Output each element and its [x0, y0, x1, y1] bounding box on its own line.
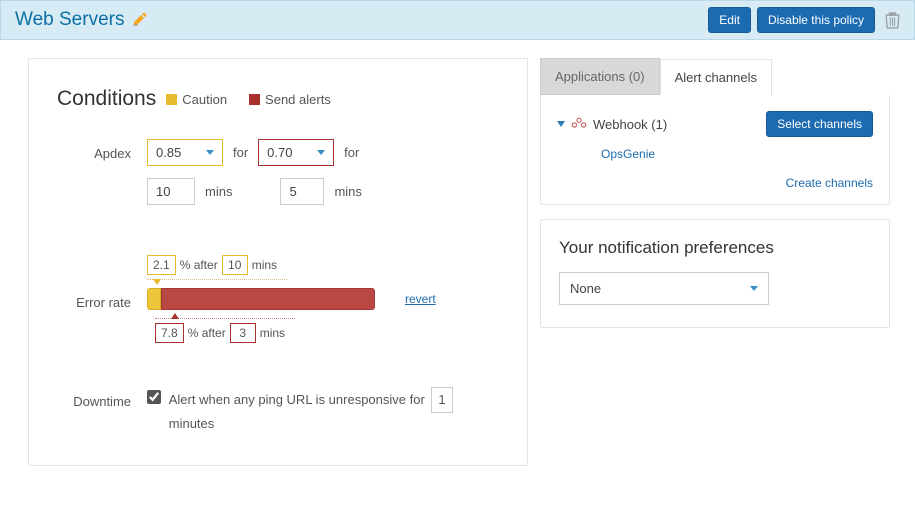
tab-alert-channels[interactable]: Alert channels [660, 59, 772, 96]
select-channels-button[interactable]: Select channels [766, 111, 873, 137]
preferences-panel: Your notification preferences None [540, 219, 890, 328]
downtime-text-before: Alert when any ping URL is unresponsive … [169, 392, 425, 407]
downtime-text-after: minutes [169, 416, 215, 431]
downtime-row: Downtime Alert when any ping URL is unre… [57, 387, 499, 435]
error-caution-pct-input[interactable]: 2.1 [147, 255, 176, 275]
alert-legend: Send alerts [265, 92, 331, 107]
error-rate-row: Error rate 2.1 % after 10 mins revert 7.… [57, 251, 499, 353]
apdex-alert-select[interactable]: 0.70 [258, 139, 334, 166]
preferences-value: None [570, 281, 601, 296]
webhook-label: Webhook (1) [593, 117, 667, 132]
downtime-label: Downtime [57, 387, 147, 409]
revert-link[interactable]: revert [405, 292, 436, 306]
error-rate-slider[interactable]: revert [147, 286, 499, 312]
mins-label-3: mins [252, 258, 277, 272]
alert-swatch-icon [249, 94, 260, 105]
error-alert-pct-input[interactable]: 7.8 [155, 323, 184, 343]
mins-label-2: mins [334, 184, 361, 199]
downtime-minutes-input[interactable]: 1 [431, 387, 452, 413]
webhook-icon [571, 117, 587, 132]
caution-swatch-icon [166, 94, 177, 105]
mins-label-1: mins [205, 184, 232, 199]
downtime-checkbox[interactable] [147, 390, 161, 404]
channel-opsgenie[interactable]: OpsGenie [601, 147, 873, 161]
error-caution-mins-input[interactable]: 10 [222, 255, 248, 275]
chevron-down-icon [206, 150, 214, 155]
error-rate-label: Error rate [57, 251, 147, 310]
chevron-down-icon [750, 286, 758, 291]
disclosure-triangle-icon[interactable] [557, 121, 565, 127]
apdex-alert-value: 0.70 [267, 145, 292, 160]
apdex-row: Apdex 0.85 for 0.70 for 10 mins [57, 139, 499, 217]
caution-legend: Caution [182, 92, 227, 107]
preferences-select[interactable]: None [559, 272, 769, 305]
chevron-down-icon [317, 150, 325, 155]
page-title: Web Servers [15, 9, 124, 31]
tab-applications[interactable]: Applications (0) [540, 58, 660, 95]
apdex-label: Apdex [57, 139, 147, 161]
pct-after-2: % after [188, 326, 226, 340]
preferences-title: Your notification preferences [559, 238, 871, 258]
disable-policy-button[interactable]: Disable this policy [757, 7, 875, 33]
apdex-alert-mins-input[interactable]: 5 [280, 178, 324, 205]
edit-button[interactable]: Edit [708, 7, 751, 33]
error-alert-mins-input[interactable]: 3 [230, 323, 256, 343]
pct-after-1: % after [180, 258, 218, 272]
downtime-text: Alert when any ping URL is unresponsive … [169, 387, 499, 435]
error-rate-alert-bar [161, 288, 375, 310]
apdex-caution-value: 0.85 [156, 145, 181, 160]
channels-card: Applications (0) Alert channels Webhook … [540, 58, 890, 205]
page-header: Web Servers Edit Disable this policy [0, 0, 915, 40]
trash-icon[interactable] [885, 12, 900, 29]
apdex-caution-select[interactable]: 0.85 [147, 139, 223, 166]
for-label-2: for [344, 145, 359, 160]
conditions-title: Conditions [57, 87, 156, 111]
error-rate-caution-bar [147, 288, 161, 310]
apdex-caution-mins-input[interactable]: 10 [147, 178, 195, 205]
pencil-icon[interactable] [132, 11, 148, 30]
for-label-1: for [233, 145, 248, 160]
create-channels-link[interactable]: Create channels [786, 176, 873, 190]
mins-label-4: mins [260, 326, 285, 340]
conditions-panel: Conditions Caution Send alerts Apdex 0.8… [28, 58, 528, 466]
